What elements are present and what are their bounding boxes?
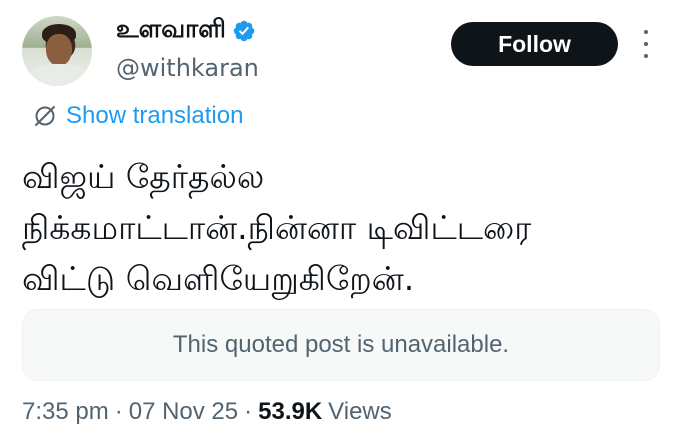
views-label: Views [328, 398, 392, 425]
more-options-icon[interactable] [640, 30, 652, 58]
quoted-post-unavailable: This quoted post is unavailable. [22, 309, 660, 381]
more-dot [644, 30, 648, 34]
tweet-text: விஜய் தேர்தல்ல நிக்கமாட்டான்.நின்னா டிவி… [22, 157, 532, 298]
show-translation-label[interactable]: Show translation [66, 102, 243, 130]
author-handle[interactable]: @withkaran [116, 54, 259, 82]
post-time[interactable]: 7:35 pm [22, 398, 109, 426]
quoted-post-message: This quoted post is unavailable. [172, 331, 510, 358]
avatar[interactable] [22, 16, 92, 86]
author-display-name[interactable]: உளவாளி [116, 14, 226, 47]
translate-icon [35, 106, 55, 126]
show-translation-link[interactable]: Show translation [32, 102, 243, 130]
author-name-row[interactable]: உளவாளி [116, 14, 256, 47]
meta-separator: · [244, 398, 253, 425]
avatar-shirt [30, 64, 88, 86]
post-date[interactable]: 07 Nov 25 [129, 398, 238, 426]
more-dot [644, 54, 648, 58]
meta-separator: · [114, 398, 123, 425]
verified-badge-icon [233, 20, 255, 41]
avatar-face [46, 34, 72, 66]
more-dot [644, 42, 648, 46]
follow-button[interactable]: Follow [451, 22, 618, 66]
views-count[interactable]: 53.9K [258, 398, 322, 426]
tweet-meta: 7:35 pm · 07 Nov 25 · 53.9K Views [22, 398, 392, 426]
